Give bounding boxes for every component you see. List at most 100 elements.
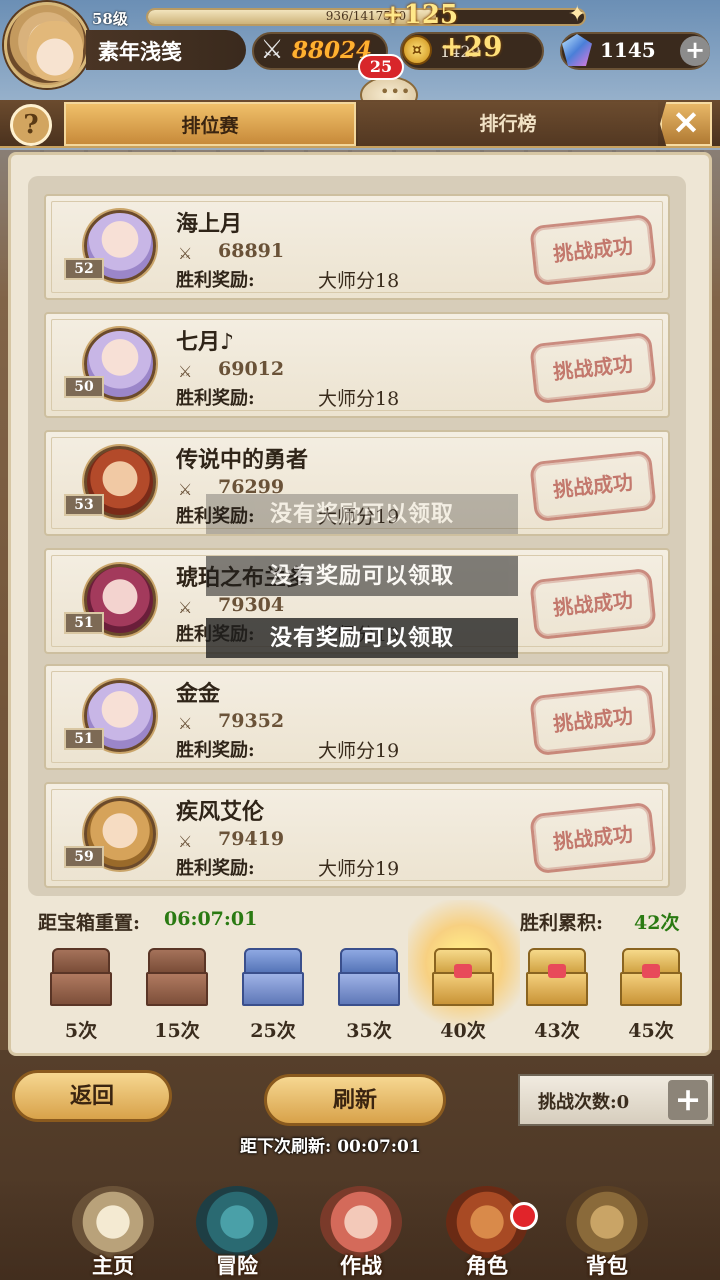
chest-reset-timer: 06:07:01 — [164, 908, 258, 930]
chat-bubble-icon: ••• — [380, 82, 412, 101]
chest-threshold-label: 43次 — [534, 1020, 580, 1042]
refresh-timer: 距下次刷新: 00:07:01 — [240, 1137, 421, 1157]
bag-icon — [566, 1186, 648, 1258]
chest-reset-label: 距宝箱重置: — [38, 912, 141, 934]
chest-box — [338, 972, 400, 1006]
opponent-card[interactable]: 50 七月♪ ⚔ 69012 胜利奖励: 大师分18 挑战成功 — [44, 312, 670, 418]
add-gems-button[interactable]: + — [680, 36, 710, 66]
nav-home[interactable]: 主页 — [58, 1180, 168, 1280]
chest-threshold-label: 40次 — [440, 1020, 486, 1042]
toast-message: 没有奖励可以领取 — [206, 556, 518, 596]
challenge-success-stamp: 挑战成功 — [529, 801, 657, 875]
chest-box — [242, 972, 304, 1006]
reward-chest[interactable] — [240, 948, 306, 1008]
player-name: 素年浅笺 — [98, 39, 182, 64]
nav-label: 角色 — [466, 1253, 508, 1278]
reward-chest[interactable] — [618, 948, 684, 1008]
challenge-success-stamp: 挑战成功 — [529, 683, 657, 757]
challenge-success-stamp: 挑战成功 — [529, 567, 657, 641]
tab-leaderboard[interactable]: 排行榜 — [358, 102, 658, 146]
chest-lid — [244, 948, 302, 974]
crossed-swords-icon: ⚔ — [260, 35, 284, 65]
reward-value: 大师分19 — [318, 858, 400, 880]
reward-chest[interactable] — [524, 948, 590, 1008]
castle-icon — [72, 1186, 154, 1258]
nav-battle[interactable]: 作战 — [306, 1180, 416, 1280]
reward-value: 大师分18 — [318, 388, 400, 410]
nav-adventure[interactable]: 冒险 — [182, 1180, 292, 1280]
nav-label: 作战 — [340, 1253, 382, 1278]
opponent-power: 69012 — [218, 358, 285, 380]
wins-accumulated-value: 42次 — [634, 912, 680, 934]
crossed-swords-icon: ⚔ — [178, 832, 193, 851]
portal-icon — [196, 1186, 278, 1258]
nav-label: 背包 — [586, 1253, 628, 1278]
toast-message: 没有奖励可以领取 — [206, 618, 518, 658]
avatar-face — [27, 21, 83, 81]
opponent-power: 79352 — [218, 710, 285, 732]
player-level: 58级 — [92, 10, 128, 28]
chest-threshold-label: 35次 — [346, 1020, 392, 1042]
opponent-power: 68891 — [218, 240, 285, 262]
reward-chest[interactable] — [144, 948, 210, 1008]
add-challenges-button[interactable]: + — [668, 1080, 708, 1120]
opponent-card[interactable]: 51 金金 ⚔ 79352 胜利奖励: 大师分19 挑战成功 — [44, 664, 670, 770]
nav-character[interactable]: 角色 — [432, 1180, 542, 1280]
opponent-name: 疾风艾伦 — [176, 799, 265, 825]
close-button[interactable]: ✕ — [660, 102, 712, 146]
reward-label: 胜利奖励: — [176, 740, 255, 761]
reward-label: 胜利奖励: — [176, 270, 255, 291]
notification-dot — [510, 1202, 538, 1230]
chest-gem-icon — [454, 964, 472, 978]
player-avatar[interactable] — [4, 2, 90, 88]
nav-backpack[interactable]: 背包 — [552, 1180, 662, 1280]
chest-threshold-label: 45次 — [628, 1020, 674, 1042]
reward-label: 胜利奖励: — [176, 858, 255, 879]
hero-icon — [320, 1186, 402, 1258]
opponent-name: 金金 — [176, 681, 221, 707]
toast-message: 没有奖励可以领取 — [206, 494, 518, 534]
chest-gem-icon — [548, 964, 566, 978]
opponent-level: 51 — [64, 612, 104, 634]
chat-badge: 25 — [358, 54, 404, 80]
xp-gain-popup: +125 — [382, 0, 459, 30]
challenge-success-stamp: 挑战成功 — [529, 213, 657, 287]
opponent-name: 七月♪ — [176, 329, 235, 355]
opponent-level: 52 — [64, 258, 104, 280]
gold-gain-popup: +29 — [440, 30, 503, 63]
chest-box — [146, 972, 208, 1006]
gold-coin-icon: ¤ — [402, 35, 432, 65]
reward-chest[interactable] — [48, 948, 114, 1008]
back-button[interactable]: 返回 — [12, 1070, 172, 1122]
reward-value: 大师分19 — [318, 740, 400, 762]
tab-ranked-match[interactable]: 排位赛 — [64, 102, 356, 146]
opponent-level: 51 — [64, 728, 104, 750]
reward-label: 胜利奖励: — [176, 388, 255, 409]
opponent-power: 79419 — [218, 828, 285, 850]
refresh-button[interactable]: 刷新 — [264, 1074, 446, 1126]
challenge-count: 挑战次数:0 — [538, 1092, 630, 1113]
crossed-swords-icon: ⚔ — [178, 362, 193, 381]
chest-threshold-label: 5次 — [64, 1020, 98, 1042]
crossed-swords-icon: ⚔ — [178, 244, 193, 263]
challenge-success-stamp: 挑战成功 — [529, 449, 657, 523]
opponent-card[interactable]: 59 疾风艾伦 ⚔ 79419 胜利奖励: 大师分19 挑战成功 — [44, 782, 670, 888]
reward-chest[interactable] — [430, 948, 496, 1008]
chest-threshold-label: 25次 — [250, 1020, 296, 1042]
help-button[interactable]: ? — [10, 104, 52, 146]
opponent-level: 53 — [64, 494, 104, 516]
opponent-card[interactable]: 52 海上月 ⚔ 68891 胜利奖励: 大师分18 挑战成功 — [44, 194, 670, 300]
chest-threshold-label: 15次 — [154, 1020, 200, 1042]
reward-chest[interactable] — [336, 948, 402, 1008]
chest-lid — [148, 948, 206, 974]
opponent-power: 79304 — [218, 594, 285, 616]
chest-lid — [340, 948, 398, 974]
opponent-name: 海上月 — [176, 211, 243, 237]
xp-text: 936/1417500 — [325, 9, 407, 23]
wins-accumulated-label: 胜利累积: — [520, 912, 604, 934]
opponent-level: 50 — [64, 376, 104, 398]
challenge-success-stamp: 挑战成功 — [529, 331, 657, 405]
star-icon: ✦ — [568, 2, 587, 27]
chest-box — [50, 972, 112, 1006]
opponent-level: 59 — [64, 846, 104, 868]
